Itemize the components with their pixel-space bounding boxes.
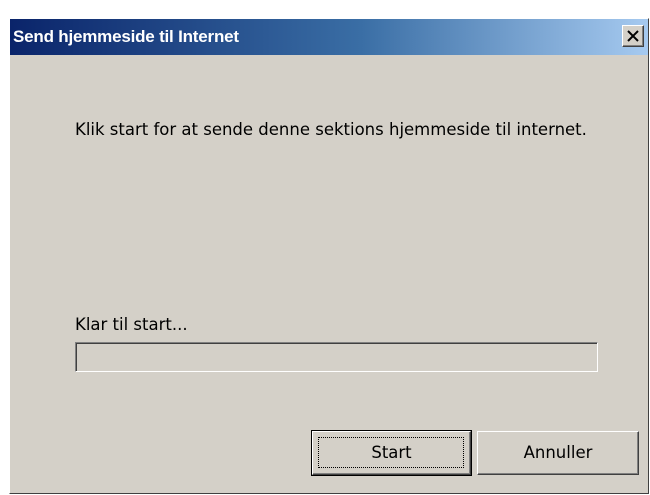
start-button[interactable]: Start [311, 430, 472, 476]
focus-rectangle [318, 437, 464, 468]
window-title: Send hjemmeside til Internet [13, 27, 239, 46]
cancel-button-label: Annuller [523, 443, 593, 462]
dialog-window: Send hjemmeside til Internet Klik start … [9, 18, 649, 494]
cancel-button[interactable]: Annuller [477, 431, 639, 475]
close-icon [627, 30, 639, 42]
title-bar[interactable]: Send hjemmeside til Internet [10, 19, 648, 55]
instruction-text: Klik start for at sende denne sektions h… [75, 120, 587, 139]
progress-bar [75, 342, 598, 372]
status-label: Klar til start... [75, 315, 188, 334]
close-button[interactable] [622, 25, 644, 47]
